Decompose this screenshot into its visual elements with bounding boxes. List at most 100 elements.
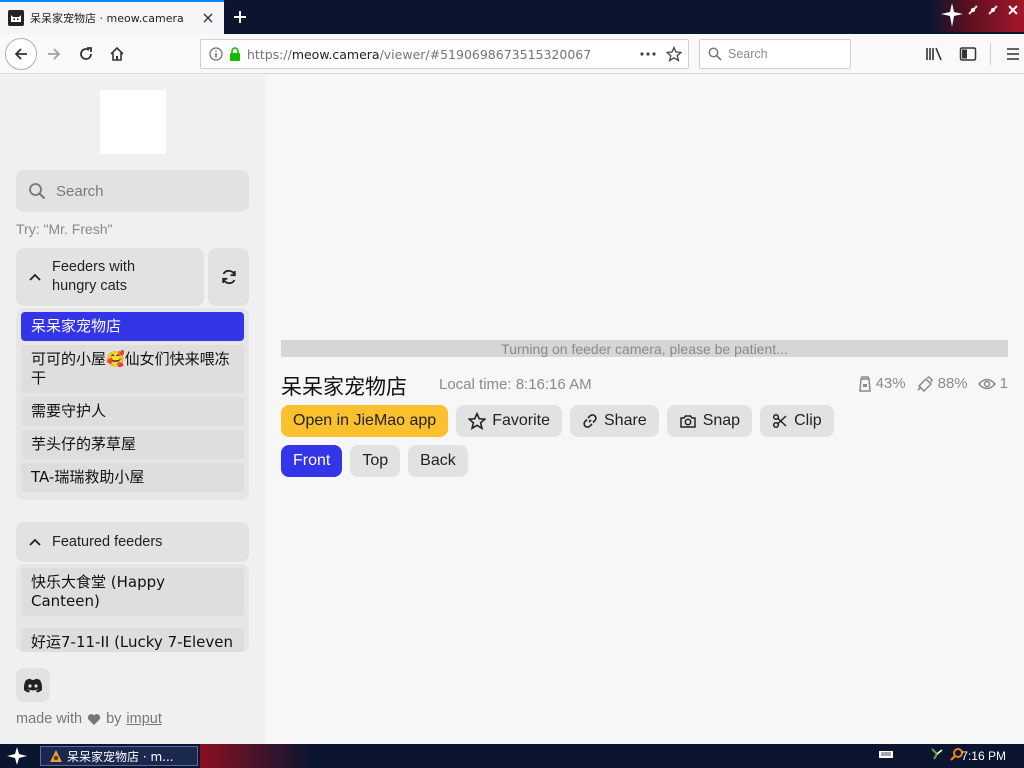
- close-tab-icon[interactable]: [200, 10, 216, 26]
- featured-feeder-list: 快乐大食堂 (Happy Canteen) 好运7-11-II (Lucky 7…: [16, 564, 249, 652]
- url-text: https://meow.camera/viewer/#519069867351…: [247, 47, 591, 62]
- reload-button[interactable]: [72, 40, 100, 68]
- heart-icon: [87, 713, 101, 726]
- feeder-item[interactable]: 好运7-11-II (Lucky 7-Eleven: [21, 628, 244, 652]
- camera-front-button[interactable]: Front: [281, 445, 343, 477]
- action-buttons: Open in JieMao app Favorite Share Snap C…: [281, 405, 834, 437]
- open-app-button[interactable]: Open in JieMao app: [281, 405, 449, 437]
- toolbar-separator: [990, 43, 991, 65]
- browser-tab[interactable]: 呆呆家宠物店 · meow.camera: [0, 0, 224, 34]
- viewers-value: 1: [999, 375, 1008, 392]
- tab-strip: 呆呆家宠物店 · meow.camera: [0, 0, 1024, 34]
- hungry-feeder-list: 呆呆家宠物店 可可的小屋🥰仙女们快来喂冻干 需要守护人 芋头仔的茅草屋 TA-瑞…: [16, 308, 249, 500]
- favorite-label: Favorite: [492, 412, 550, 429]
- eye-icon: [977, 378, 996, 390]
- tab-title: 呆呆家宠物店 · meow.camera: [30, 12, 184, 25]
- clip-button[interactable]: Clip: [760, 405, 834, 437]
- info-icon[interactable]: [209, 47, 223, 61]
- new-tab-button[interactable]: [226, 3, 254, 31]
- favorite-button[interactable]: Favorite: [456, 405, 562, 437]
- viewer-main: Turning on feeder camera, please be pati…: [265, 75, 1024, 744]
- share-label: Share: [604, 412, 647, 429]
- camera-back-button[interactable]: Back: [408, 445, 468, 477]
- food-level-stat: 43%: [858, 375, 906, 392]
- sidebar-toggle-icon[interactable]: [954, 40, 982, 68]
- url-bar[interactable]: https://meow.camera/viewer/#519069867351…: [200, 39, 689, 69]
- camera-selector: Front Top Back: [281, 445, 468, 477]
- system-tray: [878, 747, 964, 761]
- toolbar-right: [920, 40, 1024, 68]
- start-menu-icon[interactable]: [6, 746, 28, 768]
- search-icon: [28, 182, 46, 200]
- food-level-value: 43%: [875, 375, 906, 392]
- maximize-icon[interactable]: [986, 3, 1000, 17]
- bookmark-star-icon[interactable]: [666, 46, 682, 62]
- arrow-left-icon: [14, 48, 27, 60]
- minimize-icon[interactable]: [966, 3, 980, 17]
- local-time: Local time: 8:16:16 AM: [439, 376, 592, 393]
- author-link[interactable]: imput: [126, 711, 161, 727]
- chevron-up-icon: [28, 537, 42, 547]
- discord-button[interactable]: [16, 668, 50, 702]
- network-icon[interactable]: [930, 747, 944, 761]
- refresh-button[interactable]: [208, 248, 249, 306]
- window-controls: [966, 3, 1020, 17]
- scissors-icon: [772, 413, 788, 429]
- browser-search-input[interactable]: [728, 47, 838, 61]
- taskbar-clock: 7:16 PM: [961, 749, 1006, 763]
- taskbar-task-title: 呆呆家宠物店 · m...: [67, 749, 174, 764]
- url-scheme: https://: [247, 46, 292, 62]
- star-icon: [468, 412, 487, 430]
- feeder-item[interactable]: 芋头仔的茅草屋: [21, 430, 244, 459]
- forward-button[interactable]: [40, 40, 68, 68]
- feeder-item[interactable]: 呆呆家宠物店: [21, 312, 244, 341]
- link-icon: [582, 413, 598, 429]
- feeder-search-box[interactable]: [16, 170, 249, 212]
- close-window-icon[interactable]: [1006, 3, 1020, 17]
- feeder-title: 呆呆家宠物店: [281, 375, 407, 399]
- home-button[interactable]: [103, 40, 131, 68]
- star-logo-icon: [940, 2, 964, 32]
- camera-top-button[interactable]: Top: [350, 445, 401, 477]
- hungry-feeders-header[interactable]: Feeders with hungry cats: [16, 248, 204, 306]
- food-bag-icon: [858, 375, 872, 392]
- made-with-by: by: [106, 711, 122, 727]
- plus-icon: [234, 11, 246, 23]
- feeder-sidebar: Try: "Mr. Fresh" Feeders with hungry cat…: [0, 75, 265, 744]
- open-app-label: Open in JieMao app: [293, 412, 437, 429]
- chevron-up-icon: [28, 272, 42, 282]
- feeder-search-input[interactable]: [56, 182, 236, 200]
- library-icon[interactable]: [920, 40, 948, 68]
- taskbar-decoration: [200, 744, 310, 768]
- featured-feeders-label: Featured feeders: [52, 533, 163, 550]
- app-task-icon: [49, 749, 63, 763]
- site-logo: [100, 90, 166, 154]
- back-button[interactable]: [5, 38, 37, 70]
- keyboard-icon[interactable]: [878, 748, 894, 760]
- clip-label: Clip: [794, 412, 822, 429]
- cat-favicon-icon: [8, 10, 24, 26]
- feeder-item[interactable]: 快乐大食堂 (Happy Canteen): [21, 568, 244, 616]
- feeder-item[interactable]: TA-瑞瑞救助小屋: [21, 463, 244, 492]
- lock-icon[interactable]: [229, 47, 241, 61]
- more-actions-icon[interactable]: [640, 52, 656, 56]
- url-path: /viewer/#5190698673515320067: [379, 46, 592, 62]
- snap-button[interactable]: Snap: [666, 405, 753, 437]
- navigation-toolbar: https://meow.camera/viewer/#519069867351…: [0, 34, 1024, 74]
- taskbar-firefox-task[interactable]: 呆呆家宠物店 · m...: [40, 746, 198, 766]
- share-button[interactable]: Share: [570, 405, 659, 437]
- feeder-item[interactable]: 可可的小屋🥰仙女们快来喂冻干: [21, 345, 244, 393]
- camera-icon: [679, 413, 697, 429]
- loading-text: Turning on feeder camera, please be pati…: [501, 340, 788, 357]
- url-actions: [640, 46, 682, 62]
- featured-feeders-header[interactable]: Featured feeders: [16, 522, 249, 562]
- hamburger-menu-icon[interactable]: [999, 40, 1024, 68]
- feeder-item[interactable]: 需要守护人: [21, 397, 244, 426]
- battery-icon: [916, 375, 934, 392]
- search-hint: Try: "Mr. Fresh": [16, 221, 113, 237]
- snap-label: Snap: [702, 412, 741, 429]
- url-host: meow.camera: [291, 46, 380, 62]
- refresh-icon: [221, 269, 236, 285]
- browser-search-bar[interactable]: [699, 39, 851, 69]
- feeder-stats: 43% 88% 1: [858, 375, 1008, 392]
